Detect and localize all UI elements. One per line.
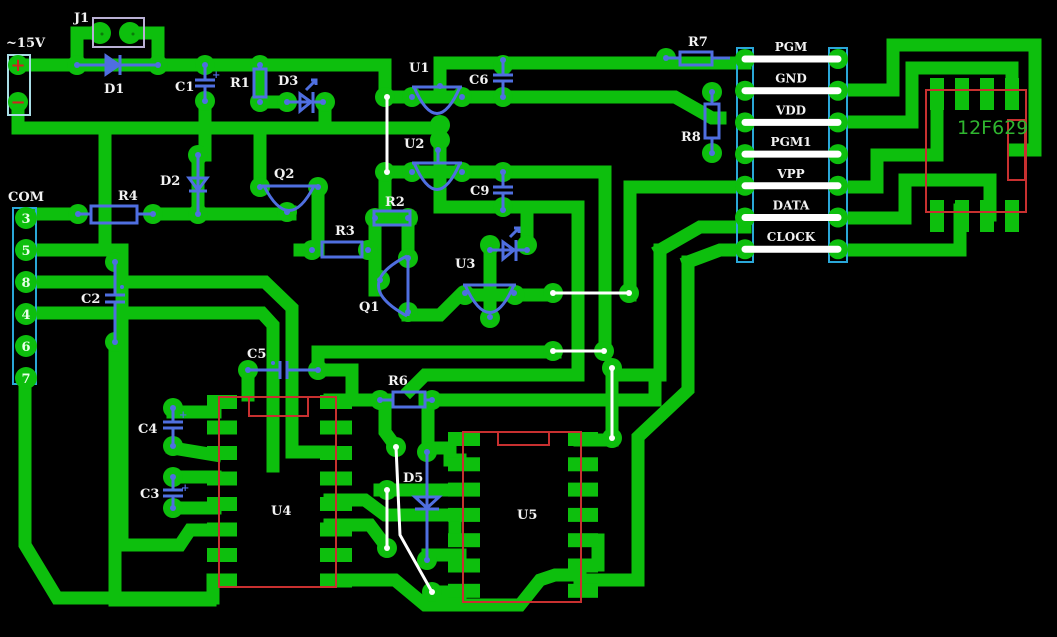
com-pin-label: 6 [21, 340, 30, 355]
label-q1: Q1 [359, 300, 379, 315]
label-u3: U3 [455, 257, 475, 272]
com-connector-frame [12, 207, 37, 385]
label-r6: R6 [388, 374, 408, 389]
label-r7: R7 [688, 35, 708, 50]
header-pin-label: PGM1 [771, 135, 812, 149]
u5-pad [568, 432, 598, 446]
pcb-board: + + + + − 358467 PGMGNDVDDPGM1VPPDATACLO… [6, 11, 1042, 612]
plus-icon: + [10, 55, 25, 76]
power-connector[interactable]: + − [7, 54, 31, 116]
com-pin-label: 5 [21, 244, 30, 259]
header-pin-label: CLOCK [767, 230, 816, 244]
label-c1: C1 [175, 80, 194, 95]
u5-pad [568, 558, 598, 573]
u4-pad [207, 573, 237, 588]
d5-diode-icon [411, 449, 443, 563]
label-d3: D3 [278, 74, 298, 89]
label-d1: D1 [104, 82, 124, 97]
label-d2: D2 [160, 174, 180, 189]
header-pin-label: VDD [775, 103, 806, 117]
header-pin-label: DATA [773, 199, 810, 213]
label-r1: R1 [230, 76, 250, 91]
c5-capacitor-icon [245, 361, 321, 379]
u4-pad [207, 420, 237, 435]
header-pin-label: VPP [776, 167, 804, 181]
label-c5: C5 [247, 347, 266, 362]
u4-pad [207, 497, 237, 511]
label-u1: U1 [409, 61, 429, 76]
label-r4: R4 [118, 189, 138, 204]
label-j1: J1 [73, 11, 89, 26]
label-r8: R8 [681, 130, 701, 145]
u5-pad [568, 457, 598, 472]
svg-text:+: + [181, 483, 189, 494]
com-pin-label: 4 [21, 308, 30, 323]
header-pin-label: PGM [775, 40, 808, 54]
label-c3: C3 [140, 487, 159, 502]
u5-pad [568, 533, 598, 548]
com-label: COM [8, 190, 44, 205]
label-u4: U4 [271, 504, 291, 519]
svg-text:+: + [179, 410, 187, 421]
u4-pad [207, 446, 237, 460]
label-u5: U5 [517, 508, 537, 523]
com-pin-label: 3 [21, 212, 30, 227]
label-d5: D5 [403, 471, 423, 486]
label-r3: R3 [335, 224, 355, 239]
label-c4: C4 [138, 422, 157, 437]
target-chip-label: 12F629 [957, 117, 1028, 139]
com-pin-label: 8 [21, 276, 30, 291]
u4-pad [207, 548, 237, 562]
r4-resistor-icon [75, 204, 156, 225]
u5-notch [497, 431, 550, 446]
label-r2: R2 [385, 195, 405, 210]
label-c2: C2 [81, 292, 100, 307]
minus-icon: − [10, 92, 25, 113]
power-label: ~15V [6, 36, 46, 51]
d1-diode-icon [74, 53, 161, 77]
icsp-header[interactable]: PGM GND VDD PGM1 VPP DATA CLOCK [735, 40, 848, 263]
u5-pad [568, 583, 598, 598]
u4-pad [207, 471, 237, 486]
label-c6: C6 [469, 73, 488, 88]
label-c9: C9 [470, 184, 489, 199]
u5-pad [568, 507, 598, 522]
svg-text:+: + [212, 70, 220, 81]
label-q2: Q2 [274, 167, 294, 182]
label-u2: U2 [404, 137, 424, 152]
com-connector[interactable]: 3 5 8 4 6 7 [12, 207, 37, 389]
u4-pad [207, 522, 237, 537]
u5-pad [568, 482, 598, 497]
com-pin-label: 7 [21, 372, 30, 387]
header-pin-label: GND [775, 72, 807, 86]
